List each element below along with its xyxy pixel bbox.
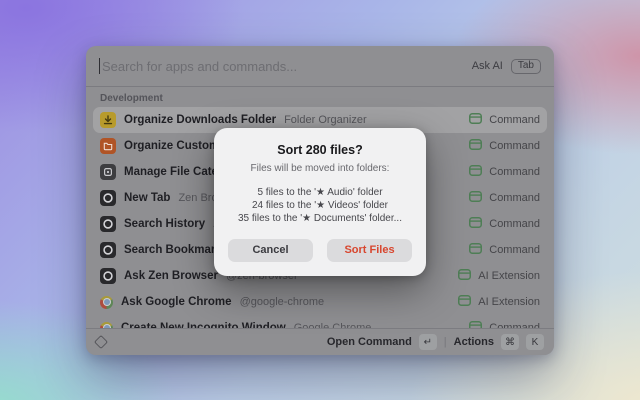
cmd-keycap: ⌘ [501, 334, 519, 350]
item-subtitle: @google-chrome [240, 296, 325, 308]
command-type-icon [469, 111, 482, 129]
ask-ai-label[interactable]: Ask AI [472, 60, 503, 72]
sort-files-button[interactable]: Sort Files [327, 239, 412, 262]
command-type-icon [469, 215, 482, 233]
enter-keycap: ↵ [419, 334, 437, 350]
cancel-button[interactable]: Cancel [228, 239, 313, 262]
text-cursor [99, 58, 100, 74]
sort-files-dialog: Sort 280 files? Files will be moved into… [214, 128, 426, 276]
item-title: Search Bookmarks [124, 244, 228, 256]
folder-icon [100, 138, 116, 154]
item-type-label: Command [489, 244, 540, 256]
item-title: New Tab [124, 192, 170, 204]
item-type-label: Command [489, 192, 540, 204]
zen-browser-icon [100, 190, 116, 206]
item-subtitle: Folder Organizer [284, 114, 367, 126]
dialog-body: 5 files to the '★ Audio' folder24 files … [214, 186, 426, 226]
footer-bar: Open Command ↵ | Actions ⌘ K [86, 328, 554, 355]
zen-browser-icon [100, 242, 116, 258]
tab-keycap: Tab [511, 59, 541, 74]
search-bar: Search for apps and commands... Ask AI T… [86, 46, 554, 86]
command-type-icon [469, 137, 482, 155]
dialog-subtitle: Files will be moved into folders: [214, 163, 426, 174]
command-type-icon [469, 163, 482, 181]
dialog-line: 24 files to the '★ Videos' folder [214, 199, 426, 212]
search-input[interactable]: Search for apps and commands... [102, 59, 472, 74]
command-type-icon [458, 267, 471, 285]
raycast-logo-icon [94, 335, 108, 349]
item-title: Ask Zen Browser [124, 270, 218, 282]
item-title: Organize Downloads Folder [124, 114, 276, 126]
item-type-label: Command [489, 140, 540, 152]
command-type-icon [469, 189, 482, 207]
item-type-label: Command [489, 218, 540, 230]
dialog-line: 35 files to the '★ Documents' folder... [214, 212, 426, 225]
section-header: Development [86, 87, 554, 107]
download-folder-icon [100, 112, 116, 128]
categories-icon [100, 164, 116, 180]
dialog-line: 5 files to the '★ Audio' folder [214, 186, 426, 199]
item-title: Search History [124, 218, 205, 230]
command-type-icon [458, 293, 471, 311]
item-type-label: Command [489, 166, 540, 178]
dialog-title: Sort 280 files? [214, 143, 426, 157]
chrome-icon [100, 296, 113, 309]
item-type-label: Command [489, 114, 540, 126]
item-title: Ask Google Chrome [121, 296, 232, 308]
item-type-label: AI Extension [478, 296, 540, 308]
item-type-label: AI Extension [478, 270, 540, 282]
footer-separator: | [444, 336, 447, 348]
zen-browser-icon [100, 268, 116, 284]
command-type-icon [469, 241, 482, 259]
open-command-button[interactable]: Open Command [327, 336, 412, 348]
actions-button[interactable]: Actions [454, 336, 494, 348]
zen-browser-icon [100, 216, 116, 232]
k-keycap: K [526, 334, 544, 350]
list-item[interactable]: Ask Google Chrome @google-chrome AI Extens… [93, 289, 547, 315]
